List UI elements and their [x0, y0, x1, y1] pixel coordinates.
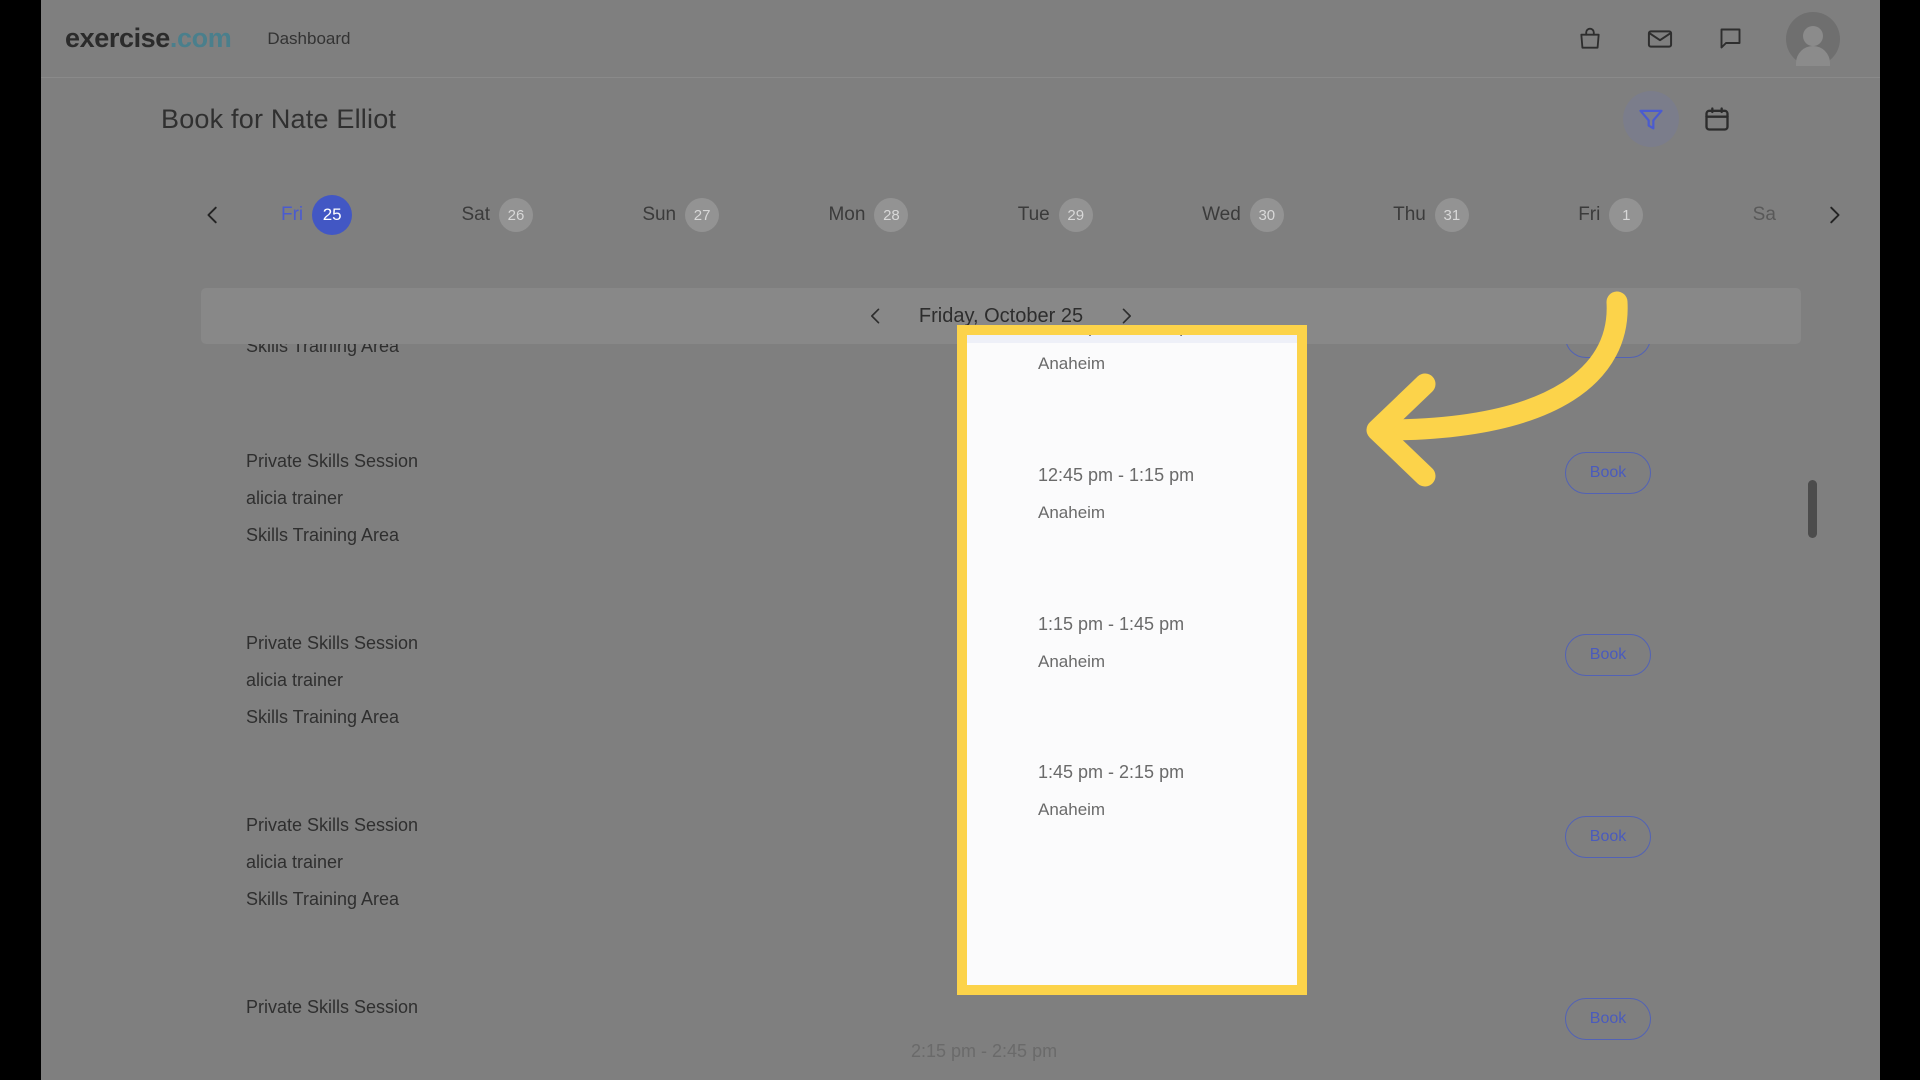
day-list: Fri 25 Sat 26 Sun 27 Mon 28 Tue 29 Wed 30 Thu 31 Fri 1 S…: [235, 195, 1812, 235]
book-button[interactable]: Book: [1565, 816, 1651, 858]
header-action-group: [1623, 91, 1732, 147]
day-chip-thu-31[interactable]: Thu 31: [1393, 198, 1469, 232]
day-chip-weekday: Sun: [642, 204, 677, 225]
timeslot-time: 1:15 pm - 1:45 pm: [1038, 614, 1185, 634]
timeslot-location: Anaheim: [1038, 800, 1106, 819]
timeslot-location: Anaheim: [1038, 652, 1106, 671]
session-info: Private Skills Session alicia trainer Skil…: [201, 452, 841, 544]
session-trainer: alicia trainer: [246, 852, 344, 872]
day-chip-number: 1: [1609, 198, 1644, 232]
day-chip-weekday: Thu: [1393, 204, 1426, 225]
session-area: Skills Training Area: [246, 889, 400, 909]
session-area: Skills Training Area: [246, 344, 400, 356]
day-chip-weekday: Tue: [1017, 204, 1050, 225]
nav-link-dashboard[interactable]: Dashboard: [267, 29, 350, 49]
timeslot-option[interactable]: 12:45 pm - 1:15 pm Anaheim: [1038, 466, 1194, 521]
timeslot-list: 12:15 pm - 12:45 pmAnaheim 12:45 pm - 1:1…: [967, 335, 1297, 985]
session-row: Private Skills Session 2:15 pm - 2:45 pm B…: [201, 986, 1801, 1080]
day-chip-weekday: Wed: [1202, 204, 1241, 225]
timeslot-time: 1:45 pm - 2:15 pm: [1038, 762, 1185, 782]
highlighted-timeslot-panel: 12:15 pm - 12:45 pmAnaheim 12:45 pm - 1:1…: [957, 325, 1307, 995]
screen: exercise.com Dashboard Book for Nate Ell…: [0, 0, 1920, 1080]
session-info: Private Skills Session alicia trainer Skil…: [201, 816, 841, 908]
session-title: Private Skills Session: [246, 451, 419, 471]
session-action: Book: [1261, 816, 1801, 858]
session-timeslot: 2:15 pm - 2:45 pm: [841, 998, 1261, 1060]
timeslot-time: 12:45 pm - 1:15 pm: [1038, 465, 1195, 485]
session-info: Private Skills Session: [201, 998, 841, 1016]
session-info: alicia trainerSkills Training Area: [201, 344, 841, 355]
day-strip-next-button[interactable]: [1812, 193, 1856, 237]
brand-logo[interactable]: exercise.com: [65, 23, 232, 54]
day-chip-number: 28: [874, 198, 909, 232]
filter-icon[interactable]: [1623, 91, 1679, 147]
day-chip-number: 27: [685, 198, 720, 232]
session-area: Skills Training Area: [246, 525, 400, 545]
timeslot-option[interactable]: 1:15 pm - 1:45 pm Anaheim: [1038, 615, 1184, 670]
session-action: Book: [1261, 344, 1801, 358]
timeslot-option[interactable]: 12:15 pm - 12:45 pmAnaheim: [1038, 335, 1204, 372]
avatar-head: [1803, 25, 1823, 46]
scrollbar-thumb[interactable]: [1808, 480, 1817, 538]
day-chip-weekday: Sa: [1752, 204, 1776, 225]
session-info: Private Skills Session alicia trainer Skil…: [201, 634, 841, 726]
day-chip-weekday: Mon: [828, 204, 866, 225]
day-chip-number: 31: [1434, 198, 1469, 232]
date-prev-button[interactable]: [863, 303, 889, 329]
day-strip: Fri 25 Sat 26 Sun 27 Mon 28 Tue 29 Wed 30 Thu 31 Fri 1 S…: [41, 182, 1880, 248]
book-button[interactable]: Book: [1565, 998, 1651, 1040]
avatar[interactable]: [1786, 11, 1840, 66]
session-title: Private Skills Session: [246, 815, 419, 835]
day-chip-tue-29[interactable]: Tue 29: [1018, 198, 1093, 232]
mail-icon[interactable]: [1646, 25, 1674, 53]
book-button[interactable]: Book: [1565, 452, 1651, 494]
session-action: Book: [1261, 998, 1801, 1040]
brand-tld: .com: [169, 23, 232, 53]
session-area: Skills Training Area: [246, 707, 400, 727]
timeslot-location: Anaheim: [1038, 354, 1106, 373]
session-trainer: alicia trainer: [246, 488, 344, 508]
day-chip-weekday: Sat: [461, 204, 490, 225]
brand-name: exercise: [65, 23, 170, 53]
day-chip-sun-27[interactable]: Sun 27: [642, 198, 720, 232]
day-chip-number: 25: [312, 195, 353, 235]
session-title: Private Skills Session: [246, 997, 419, 1017]
day-chip-number: 29: [1058, 198, 1093, 232]
book-button[interactable]: Book: [1565, 344, 1651, 358]
app-window: exercise.com Dashboard Book for Nate Ell…: [41, 0, 1880, 1080]
page-header: Book for Nate Elliot: [41, 78, 1880, 160]
shopping-bag-icon[interactable]: [1576, 25, 1604, 53]
timeslot-location: Anaheim: [1038, 503, 1106, 522]
nav-icon-group: [1576, 11, 1840, 66]
timeslot-option[interactable]: 1:45 pm - 2:15 pm Anaheim: [1038, 763, 1184, 818]
avatar-body: [1796, 45, 1830, 66]
day-chip-sa-partial[interactable]: Sa: [1753, 204, 1776, 226]
day-strip-prev-button[interactable]: [191, 193, 235, 237]
page-title: Book for Nate Elliot: [161, 103, 397, 134]
day-chip-number: 26: [499, 198, 533, 232]
day-chip-weekday: Fri: [281, 204, 304, 225]
book-button[interactable]: Book: [1565, 634, 1651, 676]
chat-icon[interactable]: [1716, 25, 1744, 53]
day-chip-mon-28[interactable]: Mon 28: [828, 198, 909, 232]
day-chip-number: 30: [1249, 198, 1284, 232]
session-title: Private Skills Session: [246, 633, 419, 653]
calendar-icon[interactable]: [1702, 104, 1732, 134]
session-trainer: alicia trainer: [246, 670, 344, 690]
session-time: 2:15 pm - 2:45 pm: [911, 1041, 1058, 1061]
day-chip-fri-1[interactable]: Fri 1: [1578, 198, 1644, 232]
session-action: Book: [1261, 452, 1801, 494]
session-action: Book: [1261, 634, 1801, 676]
day-chip-fri-25[interactable]: Fri 25: [281, 195, 353, 235]
day-chip-sat-26[interactable]: Sat 26: [461, 198, 533, 232]
top-navigation-bar: exercise.com Dashboard: [41, 0, 1880, 78]
day-chip-weekday: Fri: [1578, 204, 1601, 225]
day-chip-wed-30[interactable]: Wed 30: [1202, 198, 1284, 232]
